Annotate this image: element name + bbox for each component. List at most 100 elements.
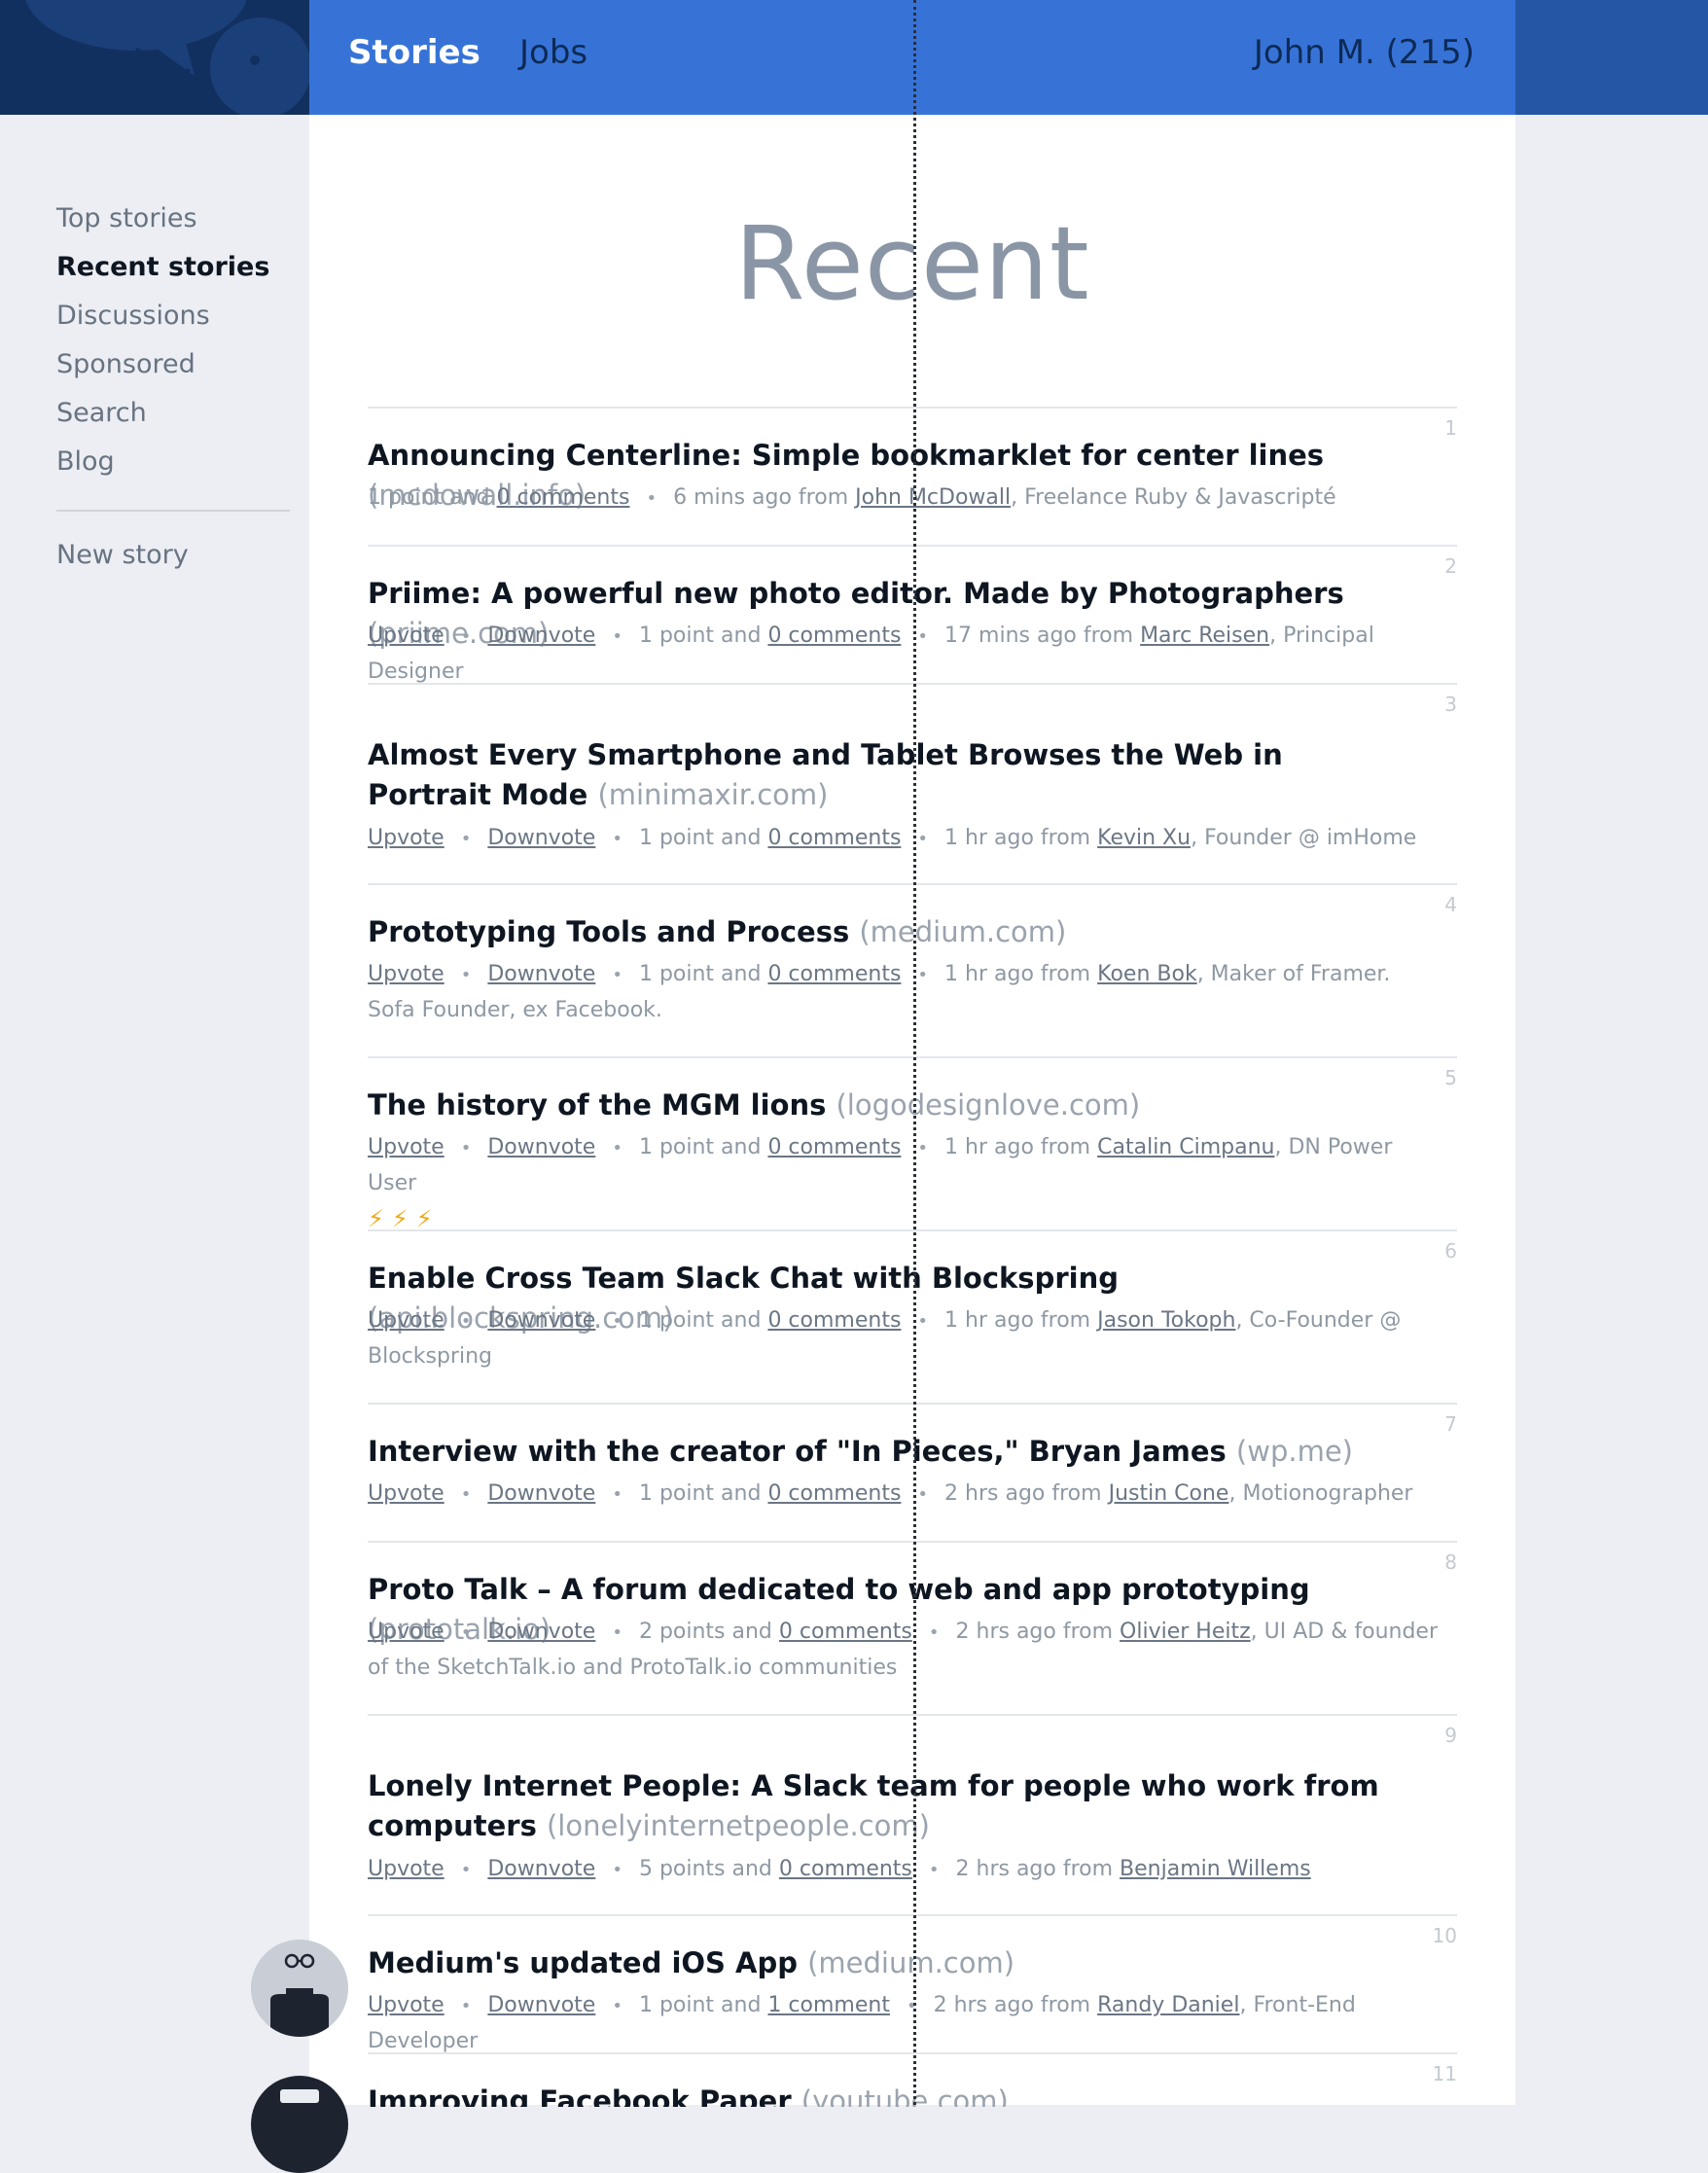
story-title-link[interactable]: Enable Cross Team Slack Chat with Blocks…: [368, 1262, 1119, 1295]
page-title: Recent: [734, 204, 1090, 323]
story-title-link[interactable]: Announcing Centerline: Simple bookmarkle…: [368, 439, 1324, 472]
sidebar-item-top-stories[interactable]: Top stories: [56, 195, 290, 243]
time-text: 1 hr ago from: [944, 826, 1091, 850]
story-title-link[interactable]: Prototyping Tools and Process: [368, 915, 849, 948]
sidebar-item-sponsored[interactable]: Sponsored: [56, 340, 290, 389]
user-avatar[interactable]: [251, 1940, 348, 2037]
upvote-link[interactable]: Upvote: [368, 1993, 445, 2017]
downvote-link[interactable]: Downvote: [487, 623, 595, 648]
points-text: 2 points and: [638, 1620, 772, 1644]
points-text: 1 point and: [638, 1481, 762, 1506]
story-item: 4 Prototyping Tools and Process (medium.…: [368, 883, 1457, 1058]
story-item: 6 Enable Cross Team Slack Chat with Bloc…: [368, 1229, 1457, 1405]
story-item: 7 Interview with the creator of "In Piec…: [368, 1403, 1457, 1543]
downvote-link[interactable]: Downvote: [487, 962, 595, 986]
comments-link[interactable]: 0 comments: [767, 962, 901, 986]
story-domain[interactable]: (lonelyinternetpeople.com): [547, 1809, 930, 1842]
time-text: 6 mins ago from: [673, 485, 849, 510]
sidebar-item-recent-stories[interactable]: Recent stories: [56, 243, 290, 292]
author-link[interactable]: Catalin Cimpanu: [1097, 1135, 1274, 1159]
downvote-link[interactable]: Downvote: [487, 1993, 595, 2017]
downvote-link[interactable]: Downvote: [487, 1308, 595, 1333]
separator-dot: •: [612, 965, 623, 985]
author-link[interactable]: Jason Tokoph: [1097, 1308, 1235, 1333]
story-title-row: Interview with the creator of "In Pieces…: [368, 1432, 1399, 1472]
story-title-link[interactable]: Medium's updated iOS App: [368, 1946, 798, 1979]
upvote-link[interactable]: Upvote: [368, 1481, 445, 1506]
story-title-link[interactable]: The history of the MGM lions: [368, 1088, 826, 1122]
author-link[interactable]: Kevin Xu: [1097, 826, 1191, 850]
user-avatar[interactable]: [251, 2076, 348, 2173]
story-domain[interactable]: (medium.com): [859, 915, 1066, 948]
story-title-link[interactable]: Proto Talk – A forum dedicated to web an…: [368, 1573, 1310, 1606]
new-story-link[interactable]: New story: [56, 531, 290, 580]
nav-stories-tab[interactable]: Stories: [348, 33, 480, 72]
upvote-link[interactable]: Upvote: [368, 1135, 445, 1159]
upvote-link[interactable]: Upvote: [368, 623, 445, 648]
comments-link[interactable]: 0 comments: [767, 1308, 901, 1333]
comments-link[interactable]: 0 comments: [767, 1135, 901, 1159]
author-link[interactable]: Koen Bok: [1097, 962, 1197, 986]
story-domain[interactable]: (youtube.com): [801, 2084, 1009, 2107]
author-link[interactable]: Olivier Heitz: [1120, 1620, 1251, 1644]
comments-link[interactable]: 0 comments: [779, 1857, 912, 1881]
story-title-link[interactable]: Priime: A powerful new photo editor. Mad…: [368, 577, 1344, 610]
brand-logo[interactable]: [0, 0, 309, 115]
story-meta: Upvote • Downvote • 5 points and 0 comme…: [368, 1852, 1438, 1888]
sidebar-item-discussions[interactable]: Discussions: [56, 292, 290, 340]
story-domain[interactable]: (wp.me): [1236, 1435, 1353, 1468]
downvote-link[interactable]: Downvote: [487, 1620, 595, 1644]
comments-link[interactable]: 0 comments: [767, 623, 901, 648]
separator-dot: •: [460, 829, 472, 849]
comments-link[interactable]: 0 comments: [496, 485, 629, 510]
sidebar-item-blog[interactable]: Blog: [56, 438, 290, 486]
downvote-link[interactable]: Downvote: [487, 826, 595, 850]
comments-link[interactable]: 1 comment: [767, 1993, 890, 2017]
author-link[interactable]: Justin Cone: [1109, 1481, 1229, 1506]
comments-link[interactable]: 0 comments: [779, 1620, 912, 1644]
separator-dot: •: [612, 1484, 623, 1505]
story-title-row: Medium's updated iOS App (medium.com): [368, 1943, 1399, 1983]
downvote-link[interactable]: Downvote: [487, 1135, 595, 1159]
sidebar: Top stories Recent stories Discussions S…: [56, 195, 290, 580]
story-meta: Upvote • Downvote • 1 point and 0 commen…: [368, 619, 1438, 690]
time-text: 1 hr ago from: [944, 1135, 1091, 1159]
story-domain[interactable]: (minimaxir.com): [597, 778, 828, 811]
story-title-link[interactable]: Interview with the creator of "In Pieces…: [368, 1435, 1227, 1468]
story-item: 1 Announcing Centerline: Simple bookmark…: [368, 407, 1457, 547]
story-rank: 1: [1444, 416, 1457, 440]
nav-jobs-tab[interactable]: Jobs: [519, 33, 587, 72]
story-rank: 9: [1444, 1724, 1457, 1747]
separator-dot: •: [612, 1860, 623, 1880]
separator-dot: •: [460, 965, 472, 985]
upvote-link[interactable]: Upvote: [368, 962, 445, 986]
author-link[interactable]: John McDowall: [855, 485, 1011, 510]
story-rank: 5: [1444, 1066, 1457, 1089]
story-meta: Upvote • Downvote • 1 point and 0 commen…: [368, 957, 1438, 1028]
author-link[interactable]: Benjamin Willems: [1120, 1857, 1311, 1881]
comments-link[interactable]: 0 comments: [767, 826, 901, 850]
separator-dot: •: [460, 1138, 472, 1158]
upvote-link[interactable]: Upvote: [368, 1308, 445, 1333]
points-text: 5 points and: [638, 1857, 772, 1881]
user-profile-link[interactable]: John M. (215): [1254, 33, 1475, 72]
story-item: 8 Proto Talk – A forum dedicated to web …: [368, 1541, 1457, 1716]
story-title-link[interactable]: Improving Facebook Paper: [368, 2084, 792, 2107]
separator-dot: •: [646, 488, 658, 509]
story-meta: Upvote • Downvote • 1 point and 0 commen…: [368, 1130, 1438, 1238]
comments-link[interactable]: 0 comments: [767, 1481, 901, 1506]
story-domain[interactable]: (medium.com): [807, 1946, 1014, 1979]
separator-dot: •: [612, 626, 623, 647]
author-link[interactable]: Marc Reisen: [1140, 623, 1269, 648]
story-domain[interactable]: (logodesignlove.com): [836, 1088, 1140, 1122]
downvote-link[interactable]: Downvote: [487, 1481, 595, 1506]
separator-dot: •: [917, 829, 929, 849]
story-rank: 10: [1432, 1924, 1457, 1947]
downvote-link[interactable]: Downvote: [487, 1857, 595, 1881]
time-text: 2 hrs ago from: [933, 1993, 1091, 2017]
author-link[interactable]: Randy Daniel: [1097, 1993, 1239, 2017]
upvote-link[interactable]: Upvote: [368, 1857, 445, 1881]
sidebar-item-search[interactable]: Search: [56, 389, 290, 438]
upvote-link[interactable]: Upvote: [368, 1620, 445, 1644]
upvote-link[interactable]: Upvote: [368, 826, 445, 850]
